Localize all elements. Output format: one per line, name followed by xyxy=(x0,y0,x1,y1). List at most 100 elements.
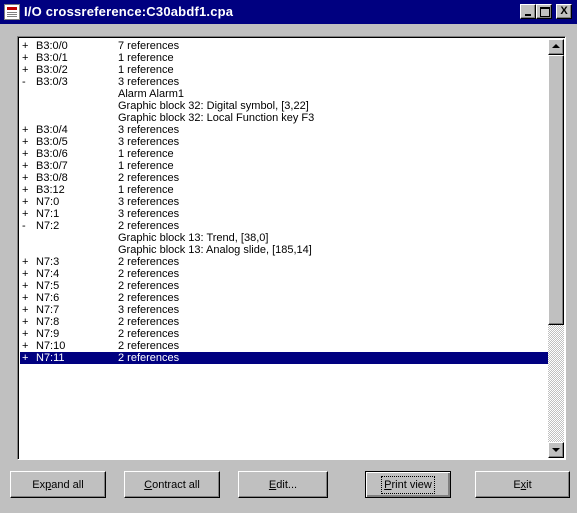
address-label: N7:7 xyxy=(36,304,60,316)
list-item[interactable]: + B3:0/2 1 reference xyxy=(20,64,548,76)
edit-button[interactable]: Edit... xyxy=(238,471,328,498)
list-item[interactable]: + B3:0/4 3 references xyxy=(20,124,548,136)
address-label: B3:0/1 xyxy=(36,52,68,64)
contract-all-button[interactable]: Contract all xyxy=(124,471,220,498)
expand-toggle[interactable]: + xyxy=(22,304,32,316)
list-item[interactable]: + B3:0/5 3 references xyxy=(20,136,548,148)
expand-toggle[interactable]: + xyxy=(22,340,32,352)
expand-toggle[interactable]: + xyxy=(22,184,32,196)
scrollbar-thumb[interactable] xyxy=(548,55,564,325)
address-label: B3:0/2 xyxy=(36,64,68,76)
address-label: N7:9 xyxy=(36,328,60,340)
list-item[interactable]: + B3:0/0 7 references xyxy=(20,40,548,52)
reference-description: 1 reference xyxy=(118,148,174,160)
expand-toggle[interactable]: + xyxy=(22,64,32,76)
reference-description: 3 references xyxy=(118,76,180,88)
reference-description: 2 references xyxy=(118,352,180,364)
expand-toggle[interactable]: - xyxy=(22,220,32,232)
list-item[interactable]: + N7:8 2 references xyxy=(20,316,548,328)
reference-description: 2 references xyxy=(118,256,180,268)
close-icon: X xyxy=(560,5,568,17)
close-button[interactable]: X xyxy=(556,4,572,19)
exit-button[interactable]: Exit xyxy=(475,471,570,498)
list-item[interactable]: + N7:1 3 references xyxy=(20,208,548,220)
reference-description: 3 references xyxy=(118,304,180,316)
reference-description: 3 references xyxy=(118,124,180,136)
expand-toggle[interactable]: + xyxy=(22,256,32,268)
crossreference-list[interactable]: + B3:0/0 7 references + B3:0/1 1 reference + B3… xyxy=(17,36,566,460)
reference-description: 2 references xyxy=(118,268,180,280)
exit-label: Exit xyxy=(513,478,532,491)
reference-description: 3 references xyxy=(118,136,180,148)
expand-toggle[interactable]: + xyxy=(22,160,32,172)
expand-toggle[interactable]: - xyxy=(22,76,32,88)
reference-description: 3 references xyxy=(118,208,180,220)
reference-description: 1 reference xyxy=(118,160,174,172)
list-item[interactable]: - B3:0/3 3 references xyxy=(20,76,548,88)
maximize-button[interactable] xyxy=(536,4,552,19)
expand-toggle[interactable]: + xyxy=(22,148,32,160)
address-label: N7:8 xyxy=(36,316,60,328)
minimize-button[interactable] xyxy=(520,4,536,19)
list-item[interactable]: + B3:0/8 2 references xyxy=(20,172,548,184)
io-crossreference-window: I/O crossreference:C30abdf1.cpa X + B3:0/… xyxy=(0,0,577,513)
address-label: N7:5 xyxy=(36,280,60,292)
edit-label: Edit... xyxy=(268,478,298,491)
title-bar[interactable]: I/O crossreference:C30abdf1.cpa X xyxy=(0,0,577,24)
list-item[interactable]: + N7:0 3 references xyxy=(20,196,548,208)
expand-toggle[interactable]: + xyxy=(22,268,32,280)
reference-description: 2 references xyxy=(118,340,180,352)
expand-toggle[interactable]: + xyxy=(22,40,32,52)
address-label: N7:0 xyxy=(36,196,60,208)
list-item[interactable]: + N7:10 2 references xyxy=(20,340,548,352)
list-item[interactable]: Graphic block 32: Digital symbol, [3,22] xyxy=(20,100,548,112)
list-item[interactable]: + N7:5 2 references xyxy=(20,280,548,292)
list-item[interactable]: + N7:6 2 references xyxy=(20,292,548,304)
reference-description: Graphic block 13: Trend, [38,0] xyxy=(118,232,269,244)
list-item[interactable]: Graphic block 32: Local Function key F3 xyxy=(20,112,548,124)
list-item[interactable]: + N7:4 2 references xyxy=(20,268,548,280)
expand-toggle[interactable]: + xyxy=(22,124,32,136)
expand-toggle[interactable]: + xyxy=(22,292,32,304)
reference-description: 1 reference xyxy=(118,184,174,196)
expand-toggle[interactable]: + xyxy=(22,208,32,220)
expand-toggle[interactable]: + xyxy=(22,172,32,184)
reference-description: Graphic block 13: Analog slide, [185,14] xyxy=(118,244,312,256)
address-label: B3:0/5 xyxy=(36,136,68,148)
expand-toggle[interactable]: + xyxy=(22,136,32,148)
list-rows: + B3:0/0 7 references + B3:0/1 1 reference + B3… xyxy=(20,40,548,364)
list-item[interactable]: + B3:12 1 reference xyxy=(20,184,548,196)
address-label: N7:11 xyxy=(36,352,65,364)
list-item[interactable]: + N7:3 2 references xyxy=(20,256,548,268)
list-item[interactable]: - N7:2 2 references xyxy=(20,220,548,232)
address-label: B3:0/4 xyxy=(36,124,68,136)
expand-toggle[interactable]: + xyxy=(22,52,32,64)
address-label: B3:12 xyxy=(36,184,65,196)
expand-toggle[interactable]: + xyxy=(22,328,32,340)
expand-all-button[interactable]: Expand all xyxy=(10,471,106,498)
list-item[interactable]: + N7:7 3 references xyxy=(20,304,548,316)
list-item[interactable]: + N7:9 2 references xyxy=(20,328,548,340)
reference-description: 2 references xyxy=(118,292,180,304)
expand-toggle[interactable]: + xyxy=(22,316,32,328)
reference-description: 2 references xyxy=(118,220,180,232)
reference-description: Graphic block 32: Digital symbol, [3,22] xyxy=(118,100,309,112)
list-item[interactable]: Graphic block 13: Analog slide, [185,14] xyxy=(20,244,548,256)
window-title: I/O crossreference:C30abdf1.cpa xyxy=(24,4,234,19)
expand-toggle[interactable]: + xyxy=(22,280,32,292)
list-item[interactable]: + N7:11 2 references xyxy=(20,352,548,364)
scroll-down-button[interactable] xyxy=(548,442,564,458)
expand-toggle[interactable]: + xyxy=(22,352,32,364)
scroll-up-button[interactable] xyxy=(548,39,564,55)
list-item[interactable]: Alarm Alarm1 xyxy=(20,88,548,100)
document-app-icon[interactable] xyxy=(4,4,20,20)
reference-description: 7 references xyxy=(118,40,180,52)
vertical-scrollbar[interactable] xyxy=(548,39,564,458)
list-item[interactable]: + B3:0/1 1 reference xyxy=(20,52,548,64)
expand-toggle[interactable]: + xyxy=(22,196,32,208)
list-item[interactable]: + B3:0/6 1 reference xyxy=(20,148,548,160)
print-view-button[interactable]: Print view xyxy=(365,471,451,498)
list-item[interactable]: Graphic block 13: Trend, [38,0] xyxy=(20,232,548,244)
address-label: N7:2 xyxy=(36,220,60,232)
list-item[interactable]: + B3:0/7 1 reference xyxy=(20,160,548,172)
